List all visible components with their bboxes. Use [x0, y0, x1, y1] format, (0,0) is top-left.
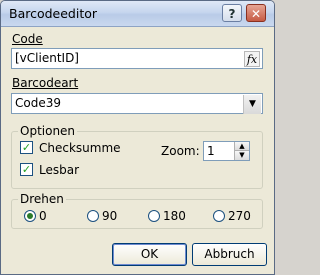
barcodeart-select[interactable]: Code39 ▼ — [11, 93, 263, 114]
zoom-spin-buttons: ▲ ▼ — [234, 142, 249, 160]
drehen-radio-180[interactable] — [148, 210, 160, 222]
code-value: [vClientID] — [15, 51, 79, 65]
code-input[interactable]: [vClientID] fx — [11, 48, 263, 69]
help-button[interactable]: ? — [222, 4, 242, 22]
barcodeart-selected: Code39 — [15, 96, 61, 110]
chevron-down-icon[interactable]: ▼ — [243, 95, 261, 114]
window-title: Barcodeeditor — [9, 6, 98, 21]
drehen-label-270: 270 — [228, 209, 251, 223]
title-bar[interactable]: Barcodeeditor ? ✕ — [1, 1, 274, 27]
barcodeart-label: Barcodeart — [12, 76, 79, 90]
dialog-body: Code [vClientID] fx Barcodeart Code39 ▼ … — [1, 27, 274, 274]
code-label: Code — [12, 32, 43, 46]
zoom-up-icon[interactable]: ▲ — [234, 142, 249, 151]
drehen-group: Drehen — [11, 192, 263, 229]
close-button[interactable]: ✕ — [246, 4, 266, 22]
barcode-editor-window: Barcodeeditor ? ✕ Code [vClientID] fx Ba… — [0, 0, 275, 275]
checksumme-label: Checksumme — [39, 141, 121, 155]
drehen-label-90: 90 — [102, 209, 118, 223]
zoom-down-icon[interactable]: ▼ — [234, 151, 249, 160]
drehen-label-180: 180 — [163, 209, 186, 223]
drehen-title: Drehen — [18, 192, 66, 206]
zoom-stepper[interactable]: 1 ▲ ▼ — [203, 141, 250, 161]
optionen-title: Optionen — [18, 124, 78, 138]
zoom-value: 1 — [207, 144, 215, 158]
abbruch-button[interactable]: Abbruch — [192, 243, 267, 266]
lesbar-checkbox[interactable]: ✓ — [20, 163, 33, 176]
drehen-radio-270[interactable] — [213, 210, 225, 222]
formula-fx-icon[interactable]: fx — [244, 51, 260, 67]
zoom-label: Zoom: — [161, 144, 200, 158]
ok-button[interactable]: OK — [112, 243, 187, 266]
drehen-radio-90[interactable] — [87, 210, 99, 222]
lesbar-label: Lesbar — [39, 163, 80, 177]
checksumme-checkbox[interactable]: ✓ — [20, 141, 33, 154]
drehen-radio-0[interactable] — [24, 210, 36, 222]
drehen-label-0: 0 — [39, 209, 47, 223]
